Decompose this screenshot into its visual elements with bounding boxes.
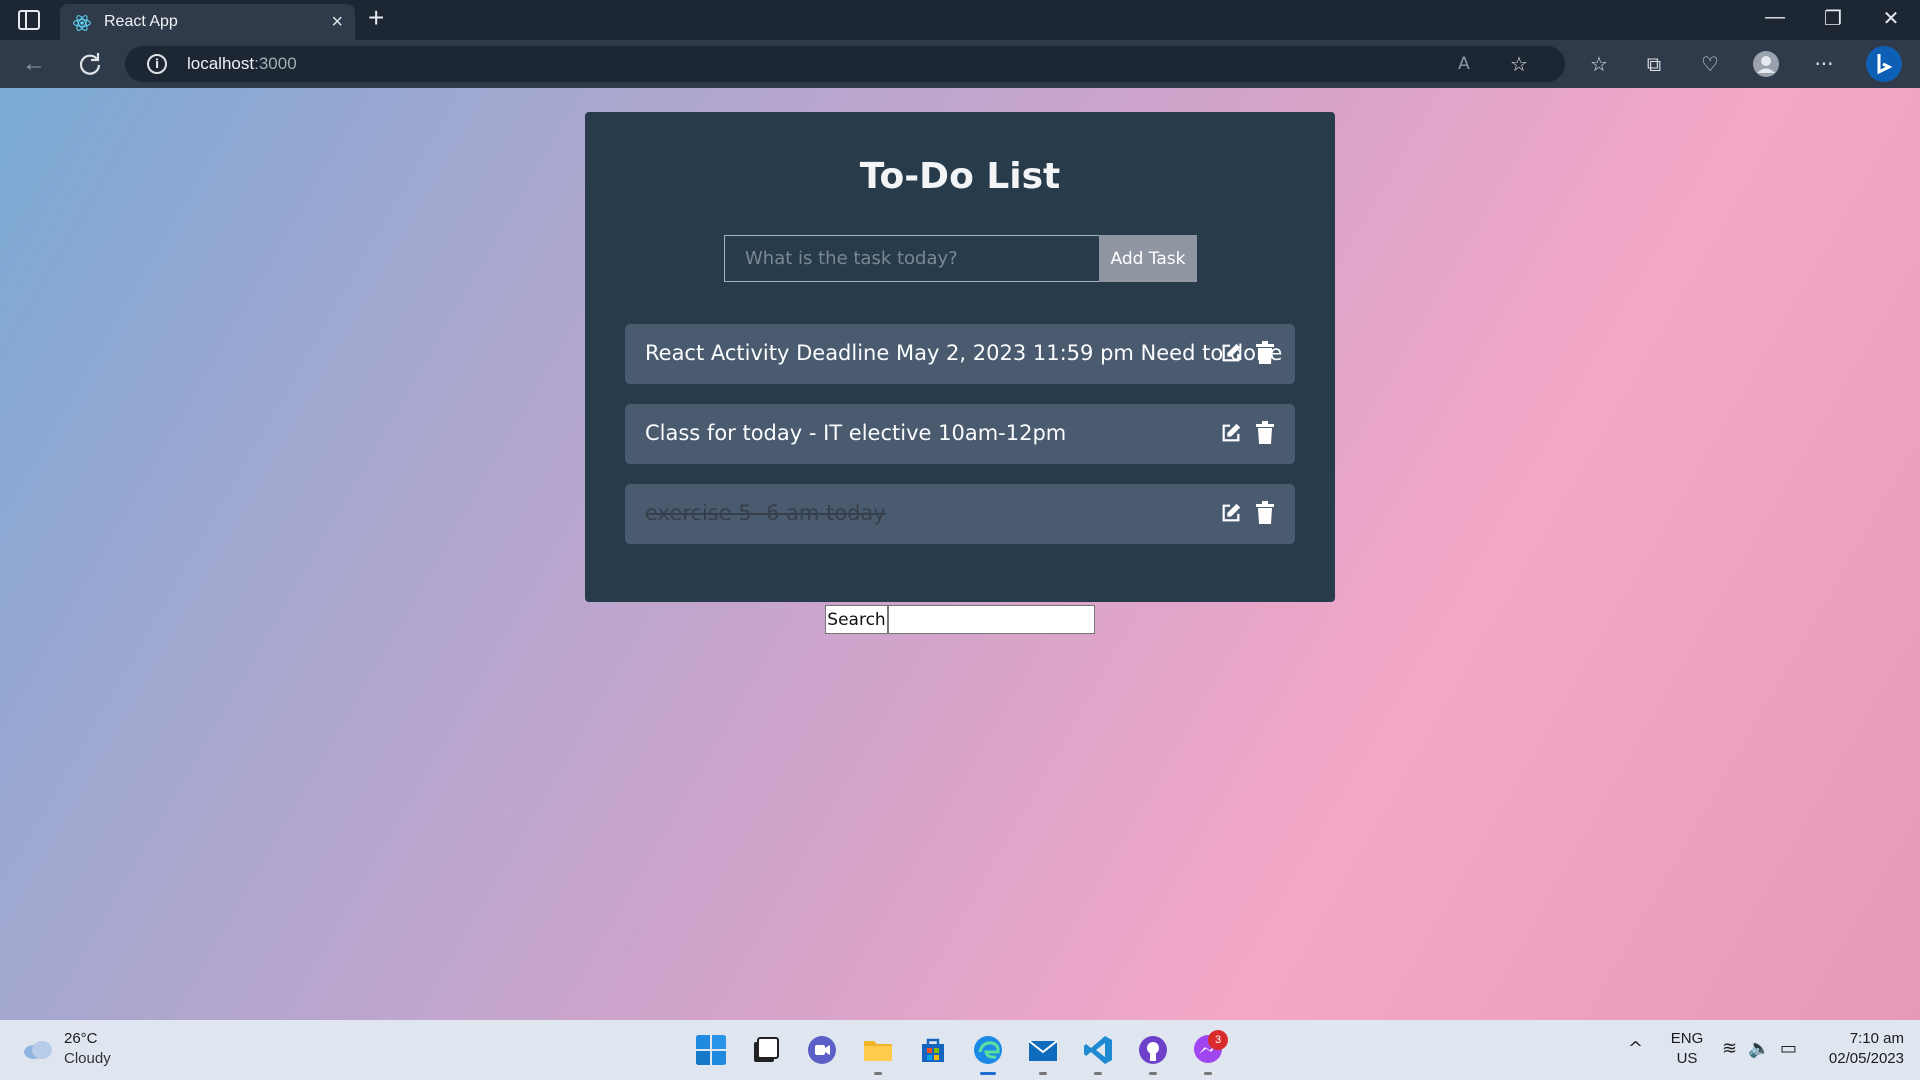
trash-icon[interactable]	[1255, 421, 1275, 445]
site-info-icon[interactable]: i	[147, 54, 167, 74]
app-running-indicator	[1149, 1072, 1157, 1075]
edit-icon[interactable]	[1220, 502, 1242, 524]
back-arrow-icon[interactable]: ←	[20, 50, 48, 78]
todo-item: React Activity Deadline May 2, 2023 11:5…	[625, 324, 1295, 384]
collections-icon[interactable]: ⧉	[1640, 50, 1668, 78]
weather-temperature[interactable]: 26°C	[64, 1030, 98, 1047]
refresh-icon[interactable]	[76, 50, 104, 78]
bing-copilot-icon[interactable]	[1866, 46, 1902, 82]
todo-text[interactable]: exercise 5- 6 am today	[645, 501, 886, 525]
browser-tab-react-app[interactable]: React App ×	[60, 4, 355, 40]
page-background: To-Do List Add Task React Activity Deadl…	[0, 88, 1920, 1020]
tab-actions-icon[interactable]	[18, 10, 40, 30]
clock-time[interactable]: 7:10 am	[1818, 1030, 1904, 1047]
close-window-icon[interactable]: ✕	[1876, 6, 1906, 31]
edit-icon[interactable]	[1220, 422, 1242, 444]
app-running-indicator	[1094, 1072, 1102, 1075]
show-hidden-icons-chevron-icon[interactable]: ^	[1628, 1038, 1643, 1059]
vscode-icon[interactable]	[1082, 1034, 1114, 1066]
wifi-icon[interactable]: ≋	[1722, 1038, 1737, 1059]
app-running-indicator	[874, 1072, 882, 1075]
profile-avatar-icon[interactable]	[1752, 50, 1780, 78]
url-port: :3000	[254, 54, 297, 73]
more-options-icon[interactable]: ···	[1810, 50, 1838, 78]
weather-description[interactable]: Cloudy	[64, 1050, 111, 1067]
browser-essentials-icon[interactable]: ♡	[1696, 50, 1724, 78]
file-explorer-icon[interactable]	[862, 1034, 894, 1066]
page-title: To-Do List	[859, 156, 1061, 197]
url-text: localhost:3000	[187, 54, 297, 74]
trash-icon[interactable]	[1255, 501, 1275, 525]
tab-title: React App	[104, 13, 178, 30]
search-input[interactable]	[888, 605, 1095, 634]
restore-icon[interactable]: ❐	[1818, 6, 1848, 31]
todo-card: To-Do List Add Task React Activity Deadl…	[585, 112, 1335, 602]
todo-item: Class for today - IT elective 10am-12pm	[625, 404, 1295, 464]
task-input[interactable]	[724, 235, 1099, 282]
browser-toolbar: ← i localhost:3000 A ☆ ☆ ⧉ ♡ ···	[0, 40, 1920, 88]
todo-text[interactable]: Class for today - IT elective 10am-12pm	[645, 421, 1066, 445]
edit-icon[interactable]	[1220, 342, 1242, 364]
read-aloud-icon[interactable]: A	[1450, 50, 1478, 78]
add-task-button[interactable]: Add Task	[1099, 235, 1197, 282]
minimize-icon[interactable]: —	[1760, 6, 1790, 29]
react-logo-icon	[73, 15, 91, 31]
app-running-indicator	[1204, 1072, 1212, 1075]
trash-icon[interactable]	[1255, 341, 1275, 365]
battery-icon[interactable]: ▭	[1780, 1038, 1797, 1059]
edge-browser-icon[interactable]	[972, 1034, 1004, 1066]
url-host: localhost	[187, 54, 255, 73]
todo-item-completed: exercise 5- 6 am today	[625, 484, 1295, 544]
new-tab-button[interactable]: +	[368, 2, 384, 34]
teams-chat-icon[interactable]	[806, 1034, 838, 1066]
windows-start-icon[interactable]	[695, 1034, 727, 1066]
mail-icon[interactable]	[1027, 1034, 1059, 1066]
favorites-icon[interactable]: ☆	[1585, 50, 1613, 78]
search-button[interactable]: Search	[825, 605, 888, 634]
clock-date[interactable]: 02/05/2023	[1808, 1050, 1904, 1067]
address-bar[interactable]: i localhost:3000 A ☆	[125, 46, 1565, 82]
language-region[interactable]: US	[1670, 1050, 1704, 1067]
todo-text[interactable]: React Activity Deadline May 2, 2023 11:5…	[645, 341, 1282, 365]
language-indicator[interactable]: ENG	[1670, 1030, 1704, 1047]
notification-badge: 3	[1208, 1030, 1228, 1050]
task-view-icon[interactable]	[750, 1034, 782, 1066]
cloud-icon[interactable]	[22, 1038, 54, 1060]
app-running-indicator	[1039, 1072, 1047, 1075]
volume-icon[interactable]: 🔈	[1748, 1038, 1770, 1059]
add-favorite-icon[interactable]: ☆	[1505, 50, 1533, 78]
app-active-indicator	[980, 1072, 996, 1075]
close-tab-icon[interactable]: ×	[331, 11, 343, 34]
taskbar: 26°C Cloudy 3 ^ ENG US ≋ 🔈 ▭ 7:10 am 02/…	[0, 1020, 1920, 1080]
github-desktop-icon[interactable]	[1137, 1034, 1169, 1066]
browser-tab-bar: React App × + — ❐ ✕	[0, 0, 1920, 40]
microsoft-store-icon[interactable]	[917, 1034, 949, 1066]
